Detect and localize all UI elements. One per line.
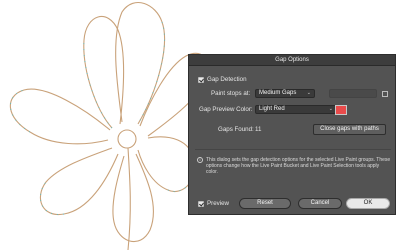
cancel-button[interactable]: Cancel — [298, 198, 342, 209]
chevron-down-icon: ⌄ — [306, 90, 311, 96]
gaps-found-value: 11 — [255, 126, 262, 133]
petal-left — [9, 88, 111, 145]
gap-preview-color-label: Gap Preview Color: — [199, 106, 253, 113]
close-gaps-with-paths-button[interactable]: Close gaps with paths — [313, 124, 386, 135]
ok-button[interactable]: OK — [346, 198, 390, 209]
gap-detection-label: Gap Detection — [207, 76, 247, 83]
petal-bottom-right — [112, 153, 154, 243]
preview-label: Preview — [207, 200, 230, 207]
preview-row[interactable]: Preview — [198, 200, 229, 207]
info-text: This dialog sets the gap detection optio… — [206, 157, 391, 175]
info-icon: i — [197, 157, 203, 163]
paint-stops-select[interactable]: Medium Gaps ⌄ — [255, 89, 315, 98]
petal-top-left — [83, 16, 125, 129]
preview-checkbox[interactable] — [198, 200, 204, 207]
dialog-title: Gap Options — [189, 55, 395, 66]
gap-preview-color-swatch[interactable] — [335, 105, 347, 115]
reset-button[interactable]: Reset — [239, 198, 291, 209]
chevron-down-icon: ⌄ — [328, 106, 333, 112]
gap-options-dialog: Gap Options Gap Detection Paint stops at… — [188, 54, 396, 215]
petal-bottom-left — [40, 147, 119, 215]
flower-center — [117, 129, 137, 149]
divider — [195, 149, 391, 150]
paint-stops-label: Paint stops at: — [211, 90, 251, 97]
gaps-found-label: Gaps Found: — [218, 126, 254, 133]
gap-preview-color-select[interactable]: Light Red ⌄ — [255, 105, 337, 114]
custom-gap-field — [329, 89, 377, 98]
expand-icon — [382, 91, 388, 97]
info-message: i This dialog sets the gap detection opt… — [197, 157, 392, 175]
petal-right — [137, 136, 196, 192]
gap-detection-checkbox[interactable] — [198, 76, 204, 83]
gap-preview-color-value: Light Red — [259, 106, 285, 112]
paint-stops-value: Medium Gaps — [259, 90, 297, 96]
flower-stem — [127, 147, 131, 251]
gap-detection-row[interactable]: Gap Detection — [198, 76, 247, 83]
